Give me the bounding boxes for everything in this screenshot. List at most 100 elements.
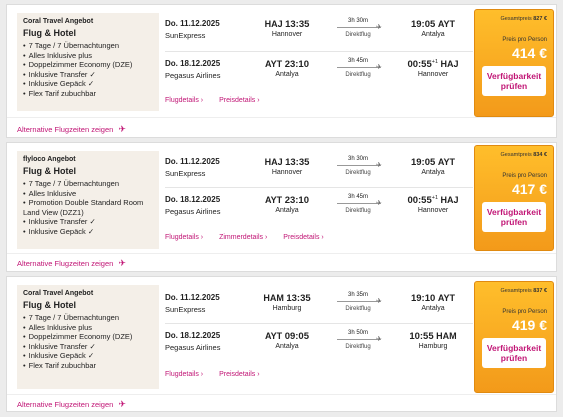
total-price: Gesamtpreis 834 € xyxy=(501,152,547,158)
arrival-city: Hannover xyxy=(417,207,449,214)
price-panel: Gesamtpreis 834 € Preis pro Person 417 €… xyxy=(474,145,554,251)
price-panel: Gesamtpreis 827 € Preis pro Person 414 €… xyxy=(474,9,554,117)
arrival-code: HAJ xyxy=(440,59,459,69)
price-details-link[interactable]: Preisdetails › xyxy=(219,371,259,378)
route-line xyxy=(337,165,381,166)
offer-card: Coral Travel Angebot Flug & Hotel 7 Tage… xyxy=(6,4,557,138)
route-line xyxy=(337,339,381,340)
departure-code: AYT xyxy=(264,331,283,341)
outbound-flight: Do. 11.12.2025 SunExpress HAM 13:35 Hamb… xyxy=(165,292,475,321)
airline-name: Pegasus Airlines xyxy=(165,71,221,80)
arrival-time: 00:55 xyxy=(407,195,432,206)
feature-item: 7 Tage / 7 Übernachtungen xyxy=(23,41,153,51)
flight-details-link[interactable]: Flugdetails › xyxy=(165,371,203,378)
alternative-flights-link[interactable]: Alternative Flugzeiten zeigen ✈ xyxy=(17,258,126,269)
alternative-flights-label: Alternative Flugzeiten zeigen xyxy=(17,125,114,134)
arrival-city: Antalya xyxy=(421,169,445,176)
detail-links: Flugdetails › Preisdetails › xyxy=(165,97,274,104)
airplane-icon: ✈ xyxy=(376,336,382,343)
arrival-city: Hannover xyxy=(417,71,449,78)
offer-summary: flyloco Angebot Flug & Hotel 7 Tage / 7 … xyxy=(17,151,159,249)
feature-list: 7 Tage / 7 Übernachtungen Alles Inklusiv… xyxy=(23,41,153,98)
departure: HAJ 13:35 xyxy=(253,157,321,168)
feature-list: 7 Tage / 7 Übernachtungen Alles Inklusiv… xyxy=(23,179,153,236)
arrival-code: HAJ xyxy=(440,195,459,205)
feature-item: Alles Inklusive plus xyxy=(23,51,153,61)
alternative-flights-label: Alternative Flugzeiten zeigen xyxy=(17,400,114,409)
alternative-flights-link[interactable]: Alternative Flugzeiten zeigen ✈ xyxy=(17,124,126,135)
day-offset: +1 xyxy=(431,195,439,201)
total-price-label: Gesamtpreis xyxy=(500,152,532,158)
feature-item: 7 Tage / 7 Übernachtungen xyxy=(23,179,153,189)
arrival-code: AYT xyxy=(437,19,455,29)
departure-time: 23:10 xyxy=(284,59,309,70)
total-price-value: 827 € xyxy=(533,16,547,22)
arrival-time: 00:55 xyxy=(407,59,432,70)
arrival: 10:55 HAM xyxy=(397,331,469,342)
flight-details-link[interactable]: Flugdetails › xyxy=(165,97,203,104)
airplane-icon: ✈ xyxy=(376,64,382,71)
check-availability-button[interactable]: Verfügbarkeit prüfen xyxy=(482,338,546,368)
departure: AYT 23:10 xyxy=(253,59,321,70)
route-line xyxy=(337,203,381,204)
departure-city: Antalya xyxy=(275,71,299,78)
departure-city: Hannover xyxy=(271,169,303,176)
feature-item: Inklusive Gepäck ✓ xyxy=(23,351,153,361)
return-flight: Do. 18.12.2025 Pegasus Airlines AYT 23:1… xyxy=(165,194,475,223)
direct-flight-label: Direktflug xyxy=(345,208,371,214)
offer-card: Coral Travel Angebot Flug & Hotel 7 Tage… xyxy=(6,276,557,412)
departure-code: HAJ xyxy=(264,19,283,29)
arrival: 19:10 AYT xyxy=(397,293,469,304)
departure-city: Hamburg xyxy=(272,305,302,312)
feature-item: Inklusive Gepäck ✓ xyxy=(23,227,153,237)
total-price-label: Gesamtpreis xyxy=(500,16,532,22)
feature-item: 7 Tage / 7 Übernachtungen xyxy=(23,313,153,323)
offer-provider: flyloco Angebot xyxy=(23,156,76,163)
price-details-link[interactable]: Preisdetails › xyxy=(219,97,259,104)
feature-item: Flex Tarif zubuchbar xyxy=(23,89,153,99)
divider xyxy=(7,117,556,118)
departure-time: 23:10 xyxy=(284,195,309,206)
room-details-link[interactable]: Zimmerdetails › xyxy=(219,234,267,241)
departure-time: 09:05 xyxy=(284,331,309,342)
alternative-flights-link[interactable]: Alternative Flugzeiten zeigen ✈ xyxy=(17,399,126,410)
total-price-value: 834 € xyxy=(533,152,547,158)
feature-item: Inklusive Transfer ✓ xyxy=(23,70,153,80)
check-availability-button[interactable]: Verfügbarkeit prüfen xyxy=(482,66,546,96)
alternative-flights-label: Alternative Flugzeiten zeigen xyxy=(17,259,114,268)
feature-item: Promotion Double Standard Room Land View… xyxy=(23,198,153,217)
flight-date: Do. 11.12.2025 xyxy=(165,293,220,302)
outbound-flight: Do. 11.12.2025 SunExpress HAJ 13:35 Hann… xyxy=(165,156,475,185)
check-availability-button[interactable]: Verfügbarkeit prüfen xyxy=(482,202,546,232)
detail-links: Flugdetails › Preisdetails › xyxy=(165,371,274,378)
per-person-price: 414 € xyxy=(511,45,547,61)
feature-list: 7 Tage / 7 Übernachtungen Alles Inklusiv… xyxy=(23,313,153,370)
divider xyxy=(165,51,473,52)
direct-flight-label: Direktflug xyxy=(345,306,371,312)
arrival-city: Hamburg xyxy=(418,343,448,350)
feature-item: Alles Inklusive xyxy=(23,189,153,199)
airplane-icon: ✈ xyxy=(376,24,382,31)
feature-item: Inklusive Gepäck ✓ xyxy=(23,79,153,89)
departure: AYT 09:05 xyxy=(253,331,321,342)
divider xyxy=(7,253,556,254)
departure-code: AYT xyxy=(264,195,283,205)
route-line xyxy=(337,301,381,302)
departure: HAM 13:35 xyxy=(253,293,321,304)
outbound-flight: Do. 11.12.2025 SunExpress HAJ 13:35 Hann… xyxy=(165,18,475,47)
offer-card: flyloco Angebot Flug & Hotel 7 Tage / 7 … xyxy=(6,142,557,272)
offer-title: Flug & Hotel xyxy=(23,300,76,310)
flight-date: Do. 11.12.2025 xyxy=(165,19,220,28)
flight-details-link[interactable]: Flugdetails › xyxy=(165,234,203,241)
per-person-label: Preis pro Person xyxy=(502,37,547,43)
airplane-icon: ✈ xyxy=(376,200,382,207)
arrival-time: 10:55 xyxy=(409,331,434,342)
price-details-link[interactable]: Preisdetails › xyxy=(283,234,323,241)
airline-name: Pegasus Airlines xyxy=(165,207,221,216)
departure-city: Hannover xyxy=(271,31,303,38)
arrival-code: AYT xyxy=(437,157,455,167)
total-price-label: Gesamtpreis xyxy=(500,288,532,294)
departure-city: Antalya xyxy=(275,207,299,214)
flight-date: Do. 18.12.2025 xyxy=(165,195,221,204)
departure-time: 13:35 xyxy=(286,293,311,304)
